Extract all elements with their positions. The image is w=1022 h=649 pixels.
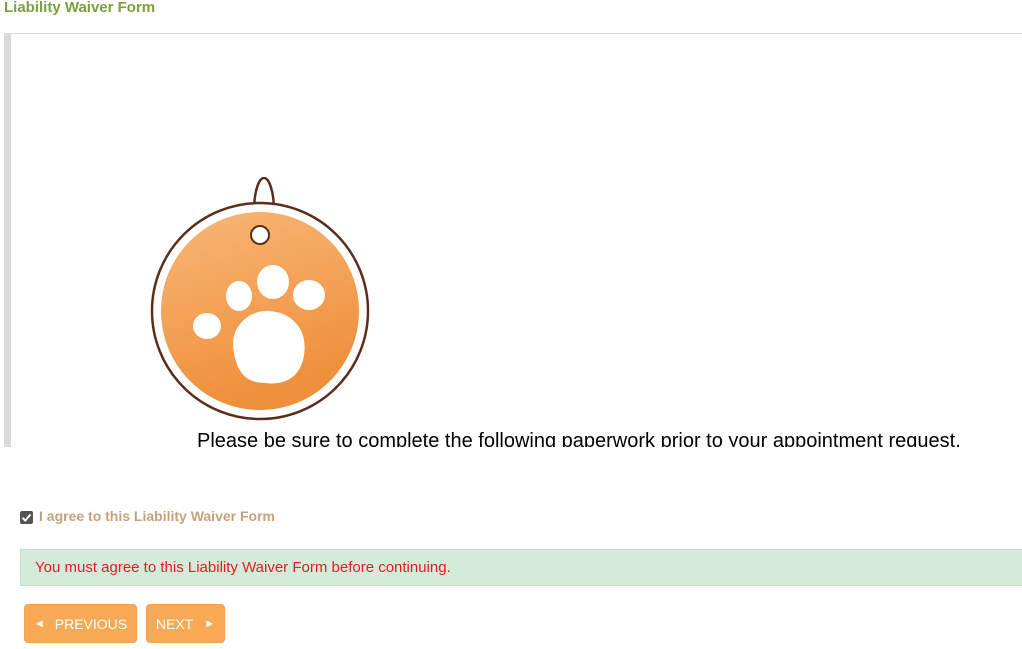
agree-checkbox-label[interactable]: I agree to this Liability Waiver Form xyxy=(39,508,275,524)
left-arrow-icon: ◄ xyxy=(33,617,45,630)
agree-checkbox-row[interactable]: I agree to this Liability Waiver Form xyxy=(20,508,275,524)
validation-alert: You must agree to this Liability Waiver … xyxy=(20,549,1022,586)
next-button-label: NEXT xyxy=(155,615,194,632)
right-arrow-icon: ► xyxy=(204,617,216,630)
previous-button-label: PREVIOUS xyxy=(54,615,128,632)
paw-print-tag-icon xyxy=(150,177,370,421)
agree-checkbox[interactable] xyxy=(20,511,33,524)
document-instruction-text: Please be sure to complete the following… xyxy=(197,430,961,447)
next-button[interactable]: NEXT ► xyxy=(146,604,225,643)
waiver-document-viewer[interactable]: Please be sure to complete the following… xyxy=(4,33,1022,447)
checkmark-icon xyxy=(21,513,32,522)
previous-button[interactable]: ◄ PREVIOUS xyxy=(24,604,137,643)
page-title: Liability Waiver Form xyxy=(4,0,156,16)
